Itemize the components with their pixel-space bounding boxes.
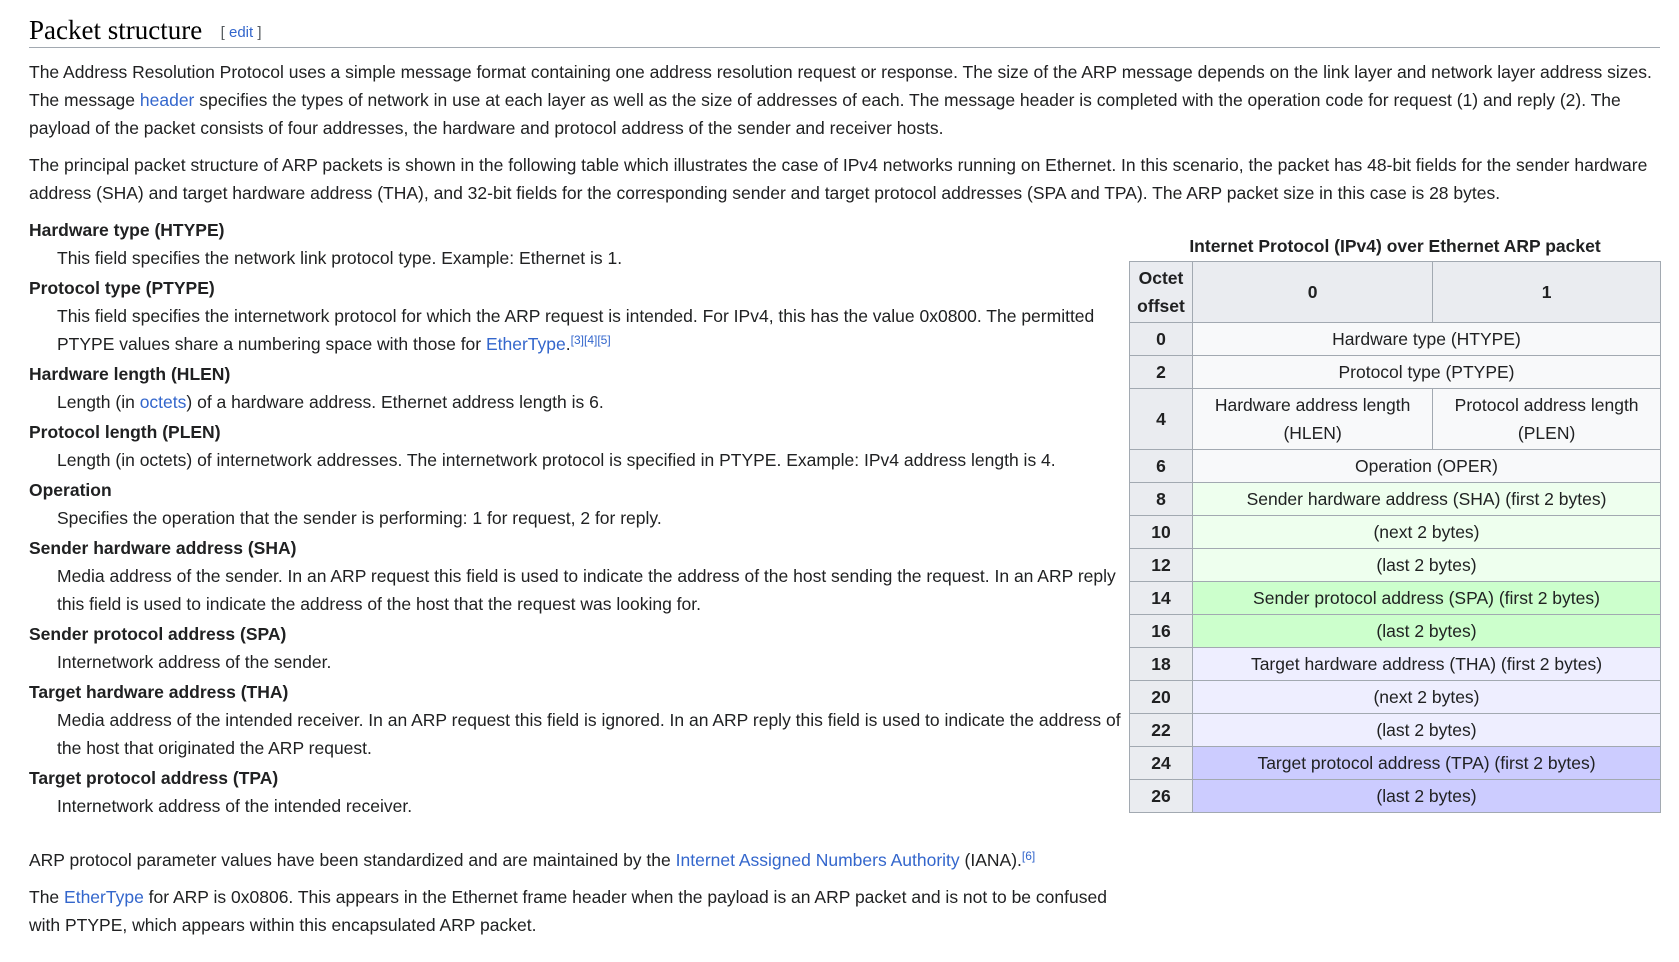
- ethertype-text-b: for ARP is 0x0806. This appears in the E…: [29, 887, 1107, 935]
- table-caption: Internet Protocol (IPv4) over Ethernet A…: [1189, 236, 1601, 256]
- field-desc-spa: Internetwork address of the sender.: [57, 652, 332, 672]
- intro-paragraph-2: The principal packet structure of ARP pa…: [29, 155, 1648, 203]
- header-octet-offset: Octet offset: [1129, 261, 1193, 323]
- row-field: (next 2 bytes): [1192, 515, 1661, 549]
- table-row: 18 Target hardware address (THA) (first …: [1129, 647, 1661, 681]
- field-term-oper: Operation: [29, 480, 112, 500]
- hlen-desc-text-b: ) of a hardware address. Ethernet addres…: [186, 392, 604, 412]
- table-row: 4 Hardware address length (HLEN) Protoco…: [1129, 388, 1661, 450]
- octets-link[interactable]: octets: [140, 392, 187, 412]
- arp-packet-table: Octet offset 0 1 0 Hardware type (HTYPE)…: [1129, 261, 1661, 813]
- table-row: 10 (next 2 bytes): [1129, 515, 1661, 549]
- arp-packet-table-wrapper: Internet Protocol (IPv4) over Ethernet A…: [1129, 233, 1661, 813]
- iana-text-a: ARP protocol parameter values have been …: [29, 850, 676, 870]
- row-field: Operation (OPER): [1192, 449, 1661, 483]
- intro-paragraph-1: The Address Resolution Protocol uses a s…: [29, 58, 1661, 142]
- row-field: Target protocol address (TPA) (first 2 b…: [1192, 746, 1661, 780]
- row-field: (last 2 bytes): [1192, 548, 1661, 582]
- field-desc-tpa: Internetwork address of the intended rec…: [57, 796, 413, 816]
- table-row: 24 Target protocol address (TPA) (first …: [1129, 746, 1661, 780]
- row-offset: 2: [1129, 355, 1193, 389]
- field-term-htype: Hardware type (HTYPE): [29, 220, 225, 240]
- edit-section: [ edit ]: [221, 24, 262, 41]
- row-field: Sender protocol address (SPA) (first 2 b…: [1192, 581, 1661, 615]
- row-field: Hardware type (HTYPE): [1192, 322, 1661, 356]
- row-offset: 8: [1129, 482, 1193, 516]
- edit-bracket-close: ]: [253, 24, 262, 41]
- field-term-hlen: Hardware length (HLEN): [29, 364, 231, 384]
- field-term-tpa: Target protocol address (TPA): [29, 768, 279, 788]
- row-field-left: Hardware address length (HLEN): [1191, 388, 1434, 450]
- header-col-0: 0: [1191, 261, 1434, 323]
- intro-p1-text-b: specifies the types of network in use at…: [29, 90, 1621, 138]
- iana-paragraph: ARP protocol parameter values have been …: [29, 846, 1129, 874]
- table-row: 14 Sender protocol address (SPA) (first …: [1129, 581, 1661, 615]
- table-row: 20 (next 2 bytes): [1129, 680, 1661, 714]
- row-offset: 10: [1129, 515, 1193, 549]
- field-term-spa: Sender protocol address (SPA): [29, 624, 287, 644]
- table-row: 6 Operation (OPER): [1129, 449, 1661, 483]
- header-link[interactable]: header: [140, 90, 195, 110]
- field-desc-plen: Length (in octets) of internetwork addre…: [57, 450, 1056, 470]
- reference-links-3-4-5[interactable]: [3][4][5]: [571, 333, 611, 347]
- iana-text-b: (IANA).: [959, 850, 1022, 870]
- row-offset: 16: [1129, 614, 1193, 648]
- ethertype-paragraph: The EtherType for ARP is 0x0806. This ap…: [29, 883, 1129, 939]
- field-desc-htype: This field specifies the network link pr…: [57, 248, 623, 268]
- field-term-ptype: Protocol type (PTYPE): [29, 278, 215, 298]
- row-offset: 4: [1129, 388, 1193, 450]
- row-field: (next 2 bytes): [1192, 680, 1661, 714]
- row-offset: 0: [1129, 322, 1193, 356]
- table-row: 0 Hardware type (HTYPE): [1129, 322, 1661, 356]
- field-term-sha: Sender hardware address (SHA): [29, 538, 297, 558]
- row-field: (last 2 bytes): [1192, 713, 1661, 747]
- field-desc-ptype: This field specifies the internetwork pr…: [57, 302, 1129, 358]
- table-row: 12 (last 2 bytes): [1129, 548, 1661, 582]
- ethertype-link-2[interactable]: EtherType: [64, 887, 144, 907]
- row-field: (last 2 bytes): [1192, 614, 1661, 648]
- field-term-plen: Protocol length (PLEN): [29, 422, 221, 442]
- row-offset: 24: [1129, 746, 1193, 780]
- row-offset: 6: [1129, 449, 1193, 483]
- row-field: Protocol type (PTYPE): [1192, 355, 1661, 389]
- field-desc-tha: Media address of the intended receiver. …: [57, 710, 1121, 758]
- row-offset: 26: [1129, 779, 1193, 813]
- hlen-desc-text-a: Length (in: [57, 392, 140, 412]
- iana-link[interactable]: Internet Assigned Numbers Authority: [676, 850, 960, 870]
- header-col-1: 1: [1432, 261, 1661, 323]
- field-term-tha: Target hardware address (THA): [29, 682, 289, 702]
- field-definition-list: Hardware type (HTYPE) This field specifi…: [29, 216, 1129, 822]
- row-offset: 20: [1129, 680, 1193, 714]
- row-offset: 12: [1129, 548, 1193, 582]
- edit-link[interactable]: edit: [229, 24, 253, 41]
- table-row: 26 (last 2 bytes): [1129, 779, 1661, 813]
- section-heading: Packet structure [ edit ]: [29, 10, 1660, 48]
- table-row: 8 Sender hardware address (SHA) (first 2…: [1129, 482, 1661, 516]
- ethertype-link[interactable]: EtherType: [486, 334, 566, 354]
- row-field: Target hardware address (THA) (first 2 b…: [1192, 647, 1661, 681]
- field-desc-hlen: Length (in octets) of a hardware address…: [57, 388, 1129, 416]
- row-offset: 18: [1129, 647, 1193, 681]
- edit-bracket-open: [: [220, 24, 229, 41]
- reference-link-6[interactable]: [6]: [1022, 849, 1035, 863]
- table-row: 2 Protocol type (PTYPE): [1129, 355, 1661, 389]
- intro-text: The Address Resolution Protocol uses a s…: [29, 58, 1661, 216]
- row-field: (last 2 bytes): [1192, 779, 1661, 813]
- field-desc-oper: Specifies the operation that the sender …: [57, 508, 662, 528]
- table-row: 22 (last 2 bytes): [1129, 713, 1661, 747]
- article-section: Packet structure [ edit ] The Address Re…: [0, 0, 1679, 962]
- field-desc-sha: Media address of the sender. In an ARP r…: [57, 566, 1116, 614]
- row-offset: 22: [1129, 713, 1193, 747]
- row-field: Sender hardware address (SHA) (first 2 b…: [1192, 482, 1661, 516]
- row-offset: 14: [1129, 581, 1193, 615]
- section-title: Packet structure: [29, 15, 203, 45]
- table-row: 16 (last 2 bytes): [1129, 614, 1661, 648]
- row-field-right: Protocol address length (PLEN): [1432, 388, 1661, 450]
- ethertype-text-a: The: [29, 887, 65, 907]
- table-header-row: Octet offset 0 1: [1129, 261, 1661, 323]
